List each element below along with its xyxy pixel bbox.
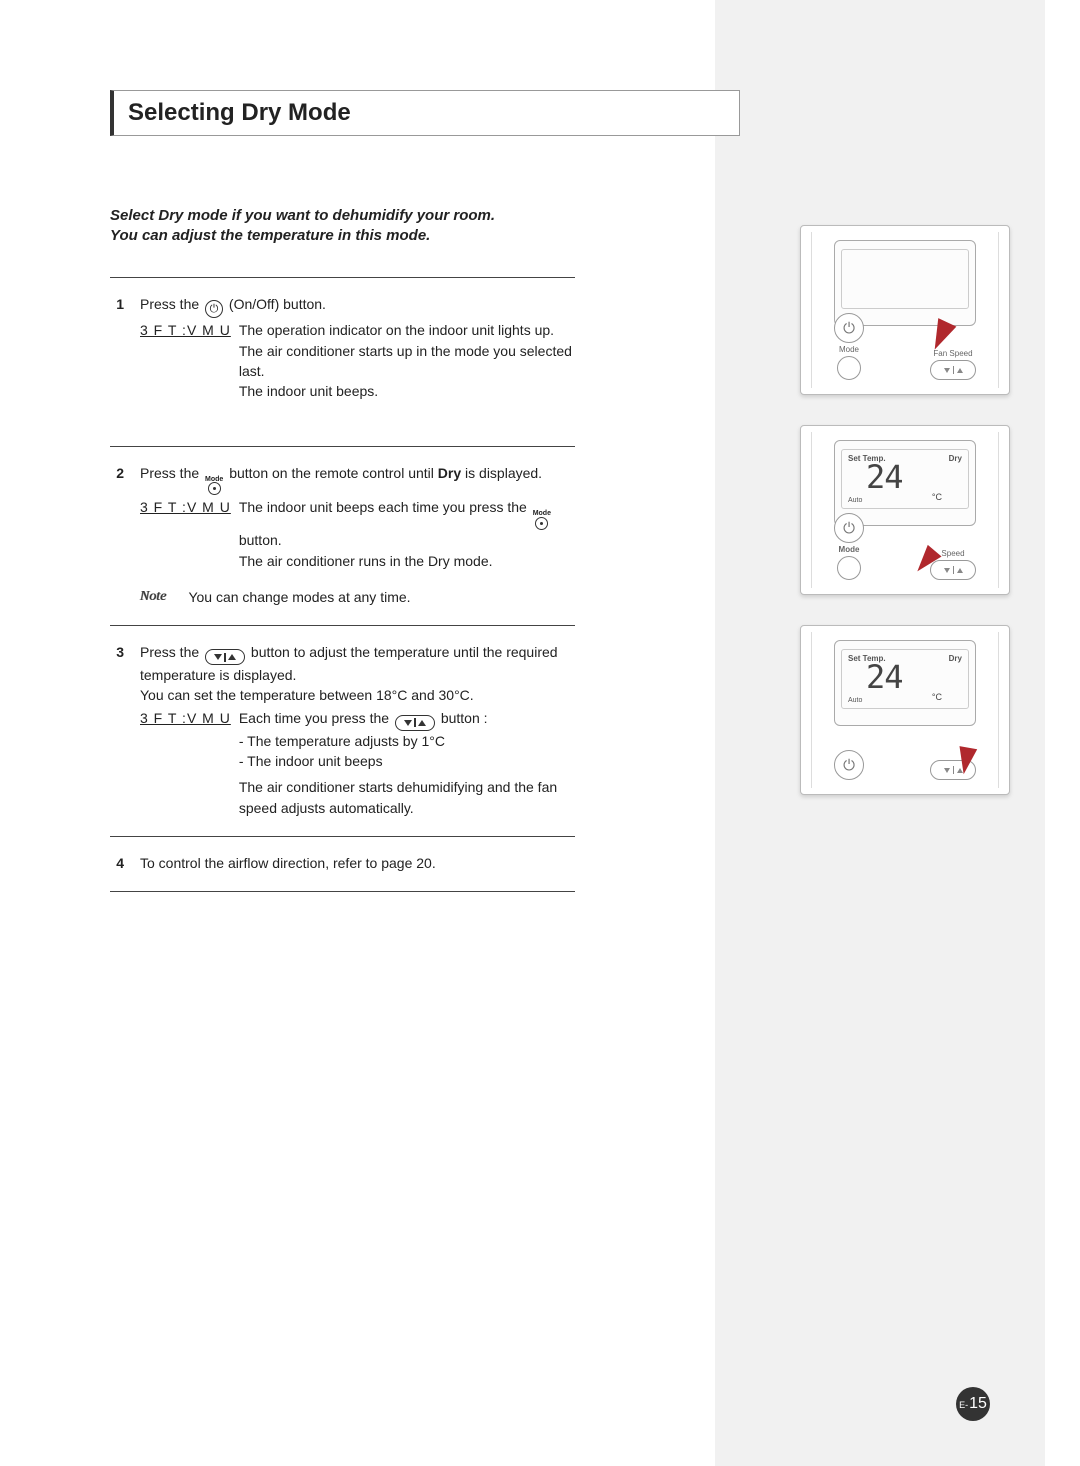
text: - The indoor unit beeps xyxy=(239,753,383,769)
mode-label: Mode xyxy=(839,345,859,354)
lcd-unit: °C xyxy=(932,492,942,502)
text: button : xyxy=(441,710,488,726)
text: is displayed. xyxy=(465,465,542,481)
power-button-icon: ⏻ xyxy=(834,313,864,343)
text: The indoor unit beeps. xyxy=(239,383,378,399)
remote-illustration-3: Set Temp. Dry Auto 24 °C ⏻ xyxy=(800,625,1010,795)
text: button to adjust the temperature until t… xyxy=(140,644,558,683)
page-content: Selecting Dry Mode Select Dry mode if yo… xyxy=(0,0,1080,1466)
step-number: 2 xyxy=(110,463,124,608)
text: The air conditioner runs in the Dry mode… xyxy=(239,553,493,569)
text: You can set the temperature between 18°C… xyxy=(140,685,575,705)
intro-text: Select Dry mode if you want to dehumidif… xyxy=(110,206,600,247)
note-text: You can change modes at any time. xyxy=(188,587,410,607)
step-body: Press the button to adjust the temperatu… xyxy=(140,642,575,818)
text: (On/Off) button. xyxy=(229,296,326,312)
intro-line-2: You can adjust the temperature in this m… xyxy=(110,226,600,246)
lcd-temp-value: 24 xyxy=(866,658,903,696)
page-number-badge: E-15 xyxy=(956,1387,990,1421)
step-body: Press the ⏻ (On/Off) button. 3 F T :V M … xyxy=(140,294,575,428)
text: Each time you press the xyxy=(239,710,389,726)
mode-label: Mode xyxy=(839,545,860,554)
step-1: 1 Press the ⏻ (On/Off) button. 3 F T :V … xyxy=(110,277,575,447)
lcd-temp-value: 24 xyxy=(866,458,903,496)
result-label: 3 F T :V M U xyxy=(140,320,231,401)
step-4: 4 To control the airflow direction, refe… xyxy=(110,837,575,892)
lcd-unit: °C xyxy=(932,692,942,702)
text: Press the xyxy=(140,644,199,660)
step-3: 3 Press the button to adjust the tempera… xyxy=(110,626,575,837)
note-label: Note xyxy=(140,587,166,607)
text: The indoor unit beeps each time you pres… xyxy=(239,499,527,515)
step-body: Press the Mode button on the remote cont… xyxy=(140,463,575,608)
result-label: 3 F T :V M U xyxy=(140,497,231,570)
intro-line-1: Select Dry mode if you want to dehumidif… xyxy=(110,206,600,226)
lcd-auto-label: Auto xyxy=(848,497,862,504)
text-bold: Dry xyxy=(438,465,461,481)
section-title-box: Selecting Dry Mode xyxy=(110,90,740,136)
text: button on the remote control until xyxy=(229,465,434,481)
mode-button-icon xyxy=(837,556,861,580)
speed-label: Speed xyxy=(941,549,964,558)
page-number: 15 xyxy=(969,1395,987,1413)
text: Press the xyxy=(140,465,199,481)
step-number: 1 xyxy=(110,294,124,428)
fan-speed-button-icon xyxy=(930,560,976,580)
result-label: 3 F T :V M U xyxy=(140,708,231,818)
lcd-dry-label: Dry xyxy=(949,454,962,463)
text: button. xyxy=(239,532,282,548)
power-icon: ⏻ xyxy=(205,300,223,318)
step-2: 2 Press the Mode button on the remote co… xyxy=(110,447,575,627)
mode-button-icon xyxy=(837,356,861,380)
step-number: 3 xyxy=(110,642,124,818)
mode-icon: Mode xyxy=(533,512,551,530)
text: The air conditioner starts dehumidifying… xyxy=(239,779,557,815)
text: - The temperature adjusts by 1°C xyxy=(239,733,445,749)
temp-adjust-icon xyxy=(395,715,435,731)
page-title: Selecting Dry Mode xyxy=(128,99,725,127)
mode-icon: Mode xyxy=(205,478,223,496)
text: Press the xyxy=(140,296,199,312)
remote-lcd: Set Temp. Dry Auto 24 °C xyxy=(834,640,976,726)
power-button-icon: ⏻ xyxy=(834,750,864,780)
lcd-auto-label: Auto xyxy=(848,697,862,704)
step-number: 4 xyxy=(110,853,124,873)
power-button-icon: ⏻ xyxy=(834,513,864,543)
fan-speed-button-icon xyxy=(930,360,976,380)
temp-adjust-icon xyxy=(205,649,245,665)
text: The air conditioner starts up in the mod… xyxy=(239,343,572,379)
text: To control the airflow direction, refer … xyxy=(140,855,436,871)
remote-illustration-2: Set Temp. Dry Auto 24 °C ⏻ Mode Speed xyxy=(800,425,1010,595)
steps-list: 1 Press the ⏻ (On/Off) button. 3 F T :V … xyxy=(110,277,575,893)
page-prefix: E- xyxy=(959,1400,968,1410)
lcd-dry-label: Dry xyxy=(949,654,962,663)
step-body: To control the airflow direction, refer … xyxy=(140,853,575,873)
remote-illustration-1: ⏻ Mode Fan Speed xyxy=(800,225,1010,395)
text: The operation indicator on the indoor un… xyxy=(239,322,554,338)
